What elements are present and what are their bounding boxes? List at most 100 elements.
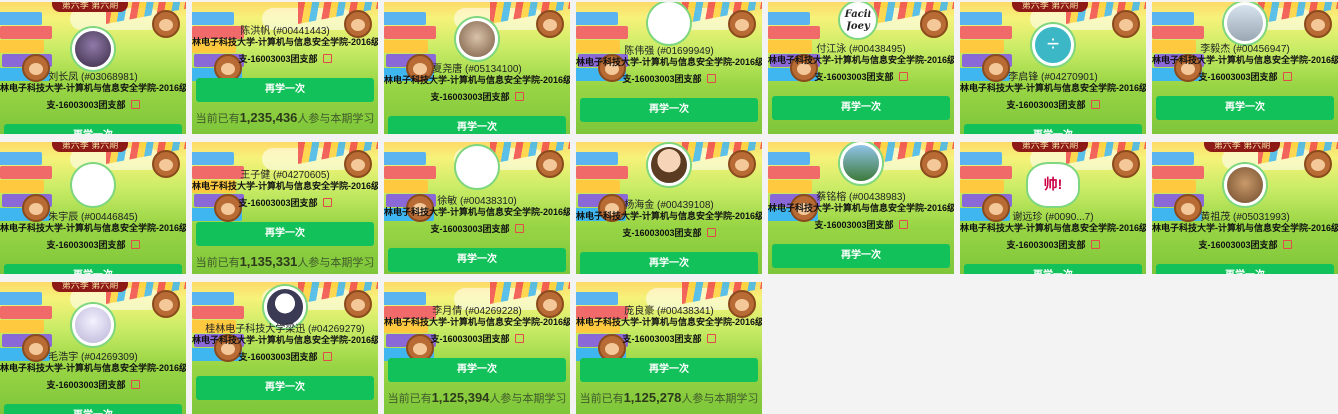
school-line-2-text: 支-16003003团支部 xyxy=(1006,100,1086,110)
school-line-1: 林电子科技大学-计算机与信息安全学院-2016级团 xyxy=(0,223,186,233)
school-line-1: 林电子科技大学-计算机与信息安全学院-2016级团 xyxy=(1152,55,1338,65)
edit-icon[interactable] xyxy=(514,224,524,233)
avatar xyxy=(840,142,882,184)
school-line-1: 林电子科技大学-计算机与信息安全学院-2016级团 xyxy=(192,37,378,47)
study-card: 李月倩 (#04269228) 林电子科技大学-计算机与信息安全学院-2016级团… xyxy=(384,282,570,414)
school-line-1: 林电子科技大学-计算机与信息安全学院-2016级团 xyxy=(1152,223,1338,233)
participant-count: 当前已有1,235,436人参与本期学习 xyxy=(192,110,378,126)
relearn-button[interactable]: 再学一次 xyxy=(964,124,1142,134)
monkey-mascot xyxy=(1304,150,1332,178)
relearn-button[interactable]: 再学一次 xyxy=(772,96,950,120)
school-line-1: 林电子科技大学-计算机与信息安全学院-2016级团 xyxy=(768,55,954,65)
school-info: 林电子科技大学-计算机与信息安全学院-2016级团支-16003003团支部 xyxy=(192,332,378,366)
monkey-mascot xyxy=(920,10,948,38)
edit-icon[interactable] xyxy=(706,74,716,83)
school-info: 林电子科技大学-计算机与信息安全学院-2016级团 支-16003003团支部 xyxy=(0,220,186,254)
study-card: 陈伟强 (#01699949) 林电子科技大学-计算机与信息安全学院-2016级团… xyxy=(576,2,762,134)
avatar xyxy=(648,2,690,44)
edit-icon[interactable] xyxy=(130,240,140,249)
stat-suffix: 人参与本期学习 xyxy=(681,393,759,405)
edit-icon[interactable] xyxy=(322,54,332,63)
relearn-button[interactable]: 再学一次 xyxy=(196,376,374,400)
avatar: ÷ xyxy=(1032,24,1074,66)
relearn-button[interactable]: 再学一次 xyxy=(1156,96,1334,120)
relearn-button[interactable]: 再学一次 xyxy=(580,98,758,122)
school-line-2-text: 支-16003003团支部 xyxy=(622,228,702,238)
study-card: 第六季 第六期 ÷ 李启锋 (#04270901) 林电子科技大学-计算机与信息安全学… xyxy=(960,2,1146,134)
school-line-2: 支-16003003团支部 xyxy=(576,71,762,88)
school-line-2-text: 支-16003003团支部 xyxy=(622,334,702,344)
edit-icon[interactable] xyxy=(514,92,524,101)
school-line-1: 林电子科技大学-计算机与信息安全学院-2016级团 xyxy=(384,317,570,327)
school-line-1: 林电子科技大学-计算机与信息安全学院-2016级团 xyxy=(384,207,570,217)
school-line-1: 林电子科技大学-计算机与信息安全学院-2016级团 xyxy=(192,335,378,345)
school-info: 林电子科技大学-计算机与信息安全学院-2016级团 支-16003003团支部 xyxy=(0,360,186,394)
school-line-2-text: 支-16003003团支部 xyxy=(430,92,510,102)
monkey-mascot xyxy=(920,150,948,178)
school-info: 林电子科技大学-计算机与信息安全学院-2016级团 支-16003003团支部 xyxy=(768,200,954,234)
relearn-button[interactable]: 再学一次 xyxy=(4,264,182,274)
avatar-text: 帅! xyxy=(1043,176,1063,192)
school-line-2-text: 支-16003003团支部 xyxy=(1198,240,1278,250)
school-line-2-text: 支-16003003团支部 xyxy=(46,100,126,110)
edit-icon[interactable] xyxy=(706,228,716,237)
study-card: 王子健 (#04270605) 林电子科技大学-计算机与信息安全学院-2016级团… xyxy=(192,142,378,274)
edit-icon[interactable] xyxy=(130,100,140,109)
edit-icon[interactable] xyxy=(514,334,524,343)
study-card: 桂林电子科技大学梁迅 (#04269279) 林电子科技大学-计算机与信息安全学院… xyxy=(192,282,378,414)
school-info: 林电子科技大学-计算机与信息安全学院-2016级团支-16003003团支部 xyxy=(192,34,378,68)
edit-icon[interactable] xyxy=(1090,240,1100,249)
relearn-button[interactable]: 再学一次 xyxy=(196,222,374,246)
avatar xyxy=(1224,164,1266,206)
stat-suffix: 人参与本期学习 xyxy=(297,113,375,125)
stat-suffix: 人参与本期学习 xyxy=(489,393,567,405)
relearn-button[interactable]: 再学一次 xyxy=(1156,264,1334,274)
edit-icon[interactable] xyxy=(898,72,908,81)
school-line-2-text: 支-16003003团支部 xyxy=(46,380,126,390)
relearn-button[interactable]: 再学一次 xyxy=(388,116,566,134)
relearn-button[interactable]: 再学一次 xyxy=(196,78,374,102)
edit-icon[interactable] xyxy=(1282,72,1292,81)
study-card: 李毅杰 (#00456947) 林电子科技大学-计算机与信息安全学院-2016级团… xyxy=(1152,2,1338,134)
edit-icon[interactable] xyxy=(1090,100,1100,109)
school-line-1: 林电子科技大学-计算机与信息安全学院-2016级团 xyxy=(384,75,570,85)
monkey-mascot xyxy=(152,10,180,38)
stat-prefix: 当前已有 xyxy=(195,257,240,269)
relearn-button[interactable]: 再学一次 xyxy=(964,264,1142,274)
relearn-button[interactable]: 再学一次 xyxy=(4,124,182,134)
edit-icon[interactable] xyxy=(322,198,332,207)
school-info: 林电子科技大学-计算机与信息安全学院-2016级团支-16003003团支部 xyxy=(960,80,1146,114)
monkey-mascot xyxy=(728,10,756,38)
school-line-2-text: 支-16003003团支部 xyxy=(430,334,510,344)
school-line-2: 支-16003003团支部 xyxy=(0,377,186,394)
avatar xyxy=(72,304,114,346)
edit-icon[interactable] xyxy=(706,334,716,343)
season-banner: 第六季 第六期 xyxy=(52,2,128,12)
school-line-1: 林电子科技大学-计算机与信息安全学院-2016级团 xyxy=(0,83,186,93)
avatar: 帅! xyxy=(1028,164,1078,206)
school-line-2-text: 支-16003003团支部 xyxy=(238,54,318,64)
stat-count: 1,135,331 xyxy=(239,254,298,269)
study-card: 第六季 第六期 帅! 谢远珍 (#0090...7) 林电子科技大学-计算机与信息安全… xyxy=(960,142,1146,274)
school-line-2: 支-16003003团支部 xyxy=(192,349,378,366)
school-info: 林电子科技大学-计算机与信息安全学院-2016级团 支-16003003团支部 xyxy=(960,220,1146,254)
study-card: 第六季 第六期 黄祖茂 (#05031993) 林电子科技大学-计算机与信息安全学院… xyxy=(1152,142,1338,274)
relearn-button[interactable]: 再学一次 xyxy=(772,244,950,268)
school-line-2: 支-16003003团支部 xyxy=(1152,69,1338,86)
stat-suffix: 人参与本期学习 xyxy=(297,257,375,269)
edit-icon[interactable] xyxy=(322,352,332,361)
school-line-1: 林电子科技大学-计算机与信息安全学院-2016级团 xyxy=(576,211,762,221)
monkey-mascot xyxy=(344,290,372,318)
relearn-button[interactable]: 再学一次 xyxy=(388,358,566,382)
edit-icon[interactable] xyxy=(130,380,140,389)
edit-icon[interactable] xyxy=(898,220,908,229)
study-card: 第六季 第六期 朱宇辰 (#00446845) 林电子科技大学-计算机与信息安全学院… xyxy=(0,142,186,274)
school-line-1: 林电子科技大学-计算机与信息安全学院-2016级团 xyxy=(768,203,954,213)
relearn-button[interactable]: 再学一次 xyxy=(388,248,566,272)
school-line-1: 林电子科技大学-计算机与信息安全学院-2016级团 xyxy=(960,83,1146,93)
school-info: 林电子科技大学-计算机与信息安全学院-2016级团 支-16003003团支部 xyxy=(576,314,762,348)
relearn-button[interactable]: 再学一次 xyxy=(580,252,758,274)
edit-icon[interactable] xyxy=(1282,240,1292,249)
stat-count: 1,235,436 xyxy=(239,110,298,125)
relearn-button[interactable]: 再学一次 xyxy=(580,358,758,382)
